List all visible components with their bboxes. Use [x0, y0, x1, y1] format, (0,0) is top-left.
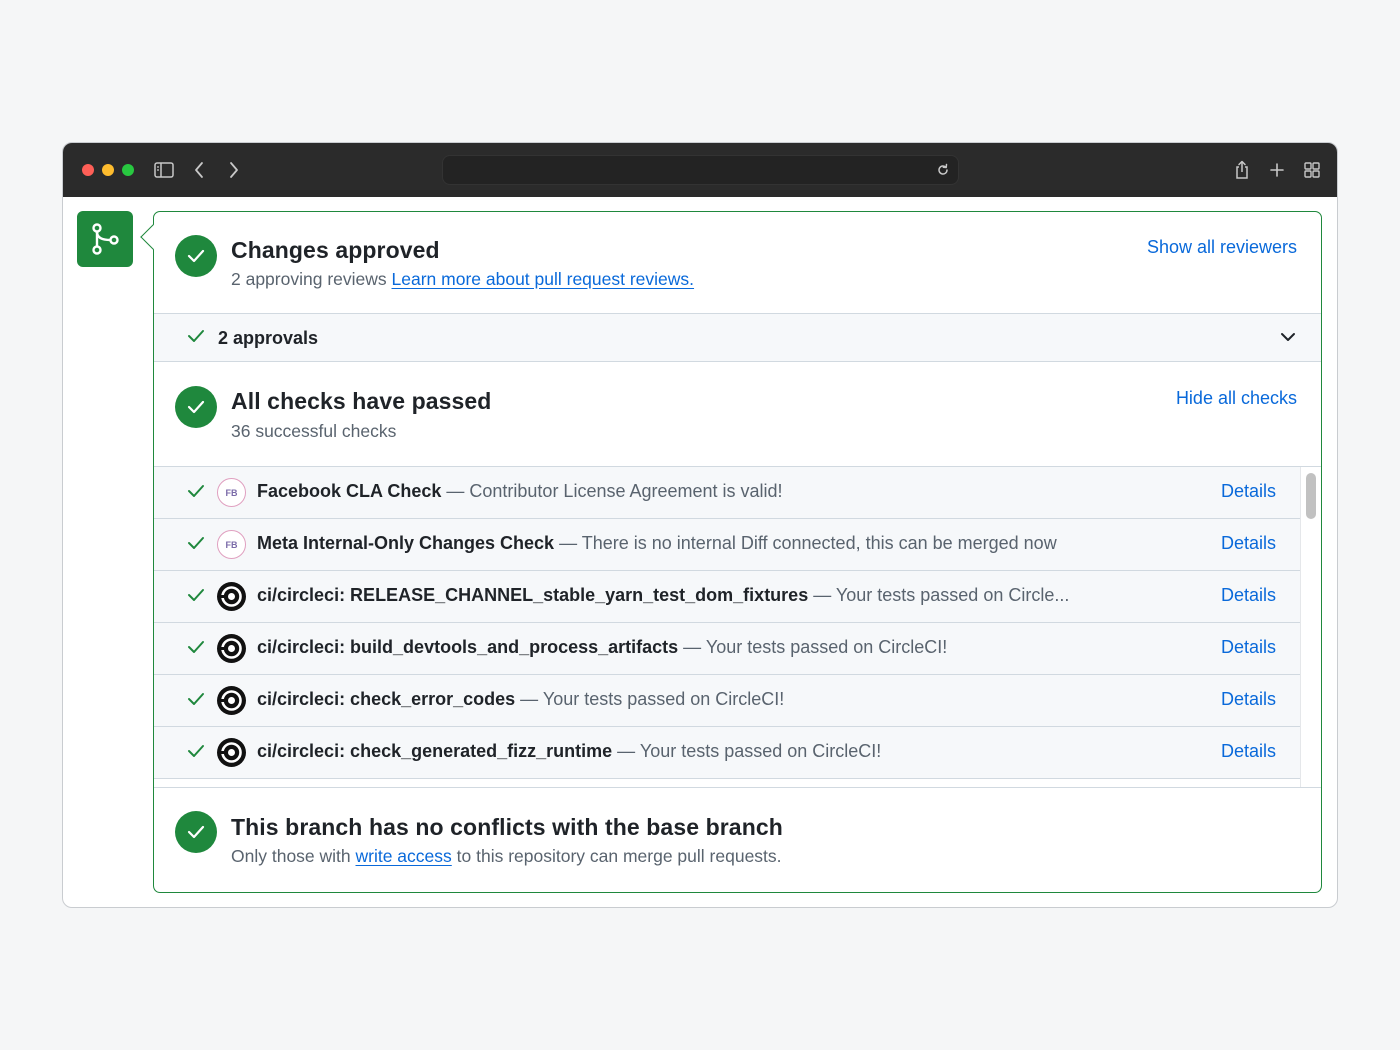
- details-link[interactable]: Details: [1221, 585, 1276, 606]
- check-description: — Contributor License Agreement is valid…: [441, 481, 783, 501]
- circleci-logo-icon: [217, 582, 246, 611]
- approvals-toggle[interactable]: 2 approvals: [154, 313, 1321, 362]
- checks-scrollbar[interactable]: [1300, 467, 1321, 787]
- tab-overview-icon[interactable]: [1300, 158, 1324, 182]
- checks-section: All checks have passed 36 successful che…: [154, 362, 1321, 467]
- minimize-window-button[interactable]: [102, 164, 114, 176]
- check-icon: [187, 692, 205, 711]
- approval-subtitle: 2 approving reviews Learn more about pul…: [231, 269, 694, 290]
- circleci-logo-icon: [217, 686, 246, 715]
- merge-section: This branch has no conflicts with the ba…: [154, 788, 1321, 892]
- check-description: — Your tests passed on CircleCI!: [612, 741, 882, 761]
- check-name: ci/circleci: check_error_codes: [257, 689, 516, 709]
- no-conflicts-check-icon: [175, 811, 217, 853]
- check-description: — Your tests passed on CircleCI!: [515, 689, 785, 709]
- check-icon: [187, 484, 205, 503]
- zoom-window-button[interactable]: [122, 164, 134, 176]
- check-row: ci/circleci: build_devtools_and_process_…: [154, 623, 1300, 675]
- details-link[interactable]: Details: [1221, 741, 1276, 762]
- details-link[interactable]: Details: [1221, 689, 1276, 710]
- checks-list: FB Facebook CLA Check — Contributor Lice…: [154, 467, 1300, 787]
- check-row: ci/circleci: check_error_codes — Your te…: [154, 675, 1300, 727]
- check-name: ci/circleci: build_devtools_and_process_…: [257, 637, 679, 657]
- check-description: — Your tests passed on Circle...: [808, 585, 1070, 605]
- browser-toolbar: [63, 143, 1337, 197]
- approval-section: Changes approved 2 approving reviews Lea…: [154, 212, 1321, 313]
- back-icon[interactable]: [187, 158, 211, 182]
- check-icon: [187, 536, 205, 555]
- check-icon: [187, 640, 205, 659]
- check-row: ci/circleci: check_generated_fizz_runtim…: [154, 727, 1300, 779]
- forward-icon[interactable]: [222, 158, 246, 182]
- hide-all-checks-link[interactable]: Hide all checks: [1176, 388, 1297, 409]
- reload-icon[interactable]: [934, 161, 952, 179]
- checks-title: All checks have passed: [231, 388, 492, 414]
- chevron-down-icon[interactable]: [1279, 328, 1297, 351]
- check-row: FB Facebook CLA Check — Contributor Lice…: [154, 467, 1300, 519]
- check-icon: [187, 744, 205, 763]
- git-merge-icon: [77, 211, 133, 267]
- checks-passed-icon: [175, 386, 217, 428]
- merge-subtitle: Only those with write access to this rep…: [231, 846, 782, 866]
- details-link[interactable]: Details: [1221, 637, 1276, 658]
- check-icon: [187, 588, 205, 607]
- check-name: Facebook CLA Check: [257, 481, 442, 501]
- approval-count-text: 2 approving reviews: [231, 269, 387, 289]
- approvals-label: 2 approvals: [218, 328, 319, 348]
- learn-more-link[interactable]: Learn more about pull request reviews.: [392, 269, 695, 289]
- check-row: FB Meta Internal-Only Changes Check — Th…: [154, 519, 1300, 571]
- write-access-link[interactable]: write access: [356, 846, 452, 866]
- check-name: ci/circleci: RELEASE_CHANNEL_stable_yarn…: [257, 585, 809, 605]
- show-all-reviewers-link[interactable]: Show all reviewers: [1147, 237, 1297, 258]
- facebook-logo-icon: FB: [217, 530, 246, 559]
- scrollbar-thumb[interactable]: [1306, 473, 1316, 519]
- circleci-logo-icon: [217, 738, 246, 767]
- check-icon: [187, 329, 205, 348]
- check-description: — Your tests passed on CircleCI!: [678, 637, 948, 657]
- new-tab-icon[interactable]: [1265, 158, 1289, 182]
- check-name: ci/circleci: check_generated_fizz_runtim…: [257, 741, 613, 761]
- facebook-logo-icon: FB: [217, 478, 246, 507]
- approved-check-icon: [175, 235, 217, 277]
- details-link[interactable]: Details: [1221, 533, 1276, 554]
- check-name: Meta Internal-Only Changes Check: [257, 533, 555, 553]
- merge-title: This branch has no conflicts with the ba…: [231, 814, 783, 840]
- approval-title: Changes approved: [231, 237, 440, 263]
- circleci-logo-icon: [217, 634, 246, 663]
- checks-subtitle: 36 successful checks: [231, 421, 397, 441]
- check-row: ci/circleci: RELEASE_CHANNEL_stable_yarn…: [154, 571, 1300, 623]
- merge-status-panel: Changes approved 2 approving reviews Lea…: [153, 211, 1322, 893]
- check-description: — There is no internal Diff connected, t…: [554, 533, 1057, 553]
- address-bar[interactable]: [442, 155, 959, 185]
- sidebar-icon[interactable]: [152, 158, 176, 182]
- browser-window: Changes approved 2 approving reviews Lea…: [62, 142, 1338, 908]
- share-icon[interactable]: [1230, 158, 1254, 182]
- close-window-button[interactable]: [82, 164, 94, 176]
- details-link[interactable]: Details: [1221, 481, 1276, 502]
